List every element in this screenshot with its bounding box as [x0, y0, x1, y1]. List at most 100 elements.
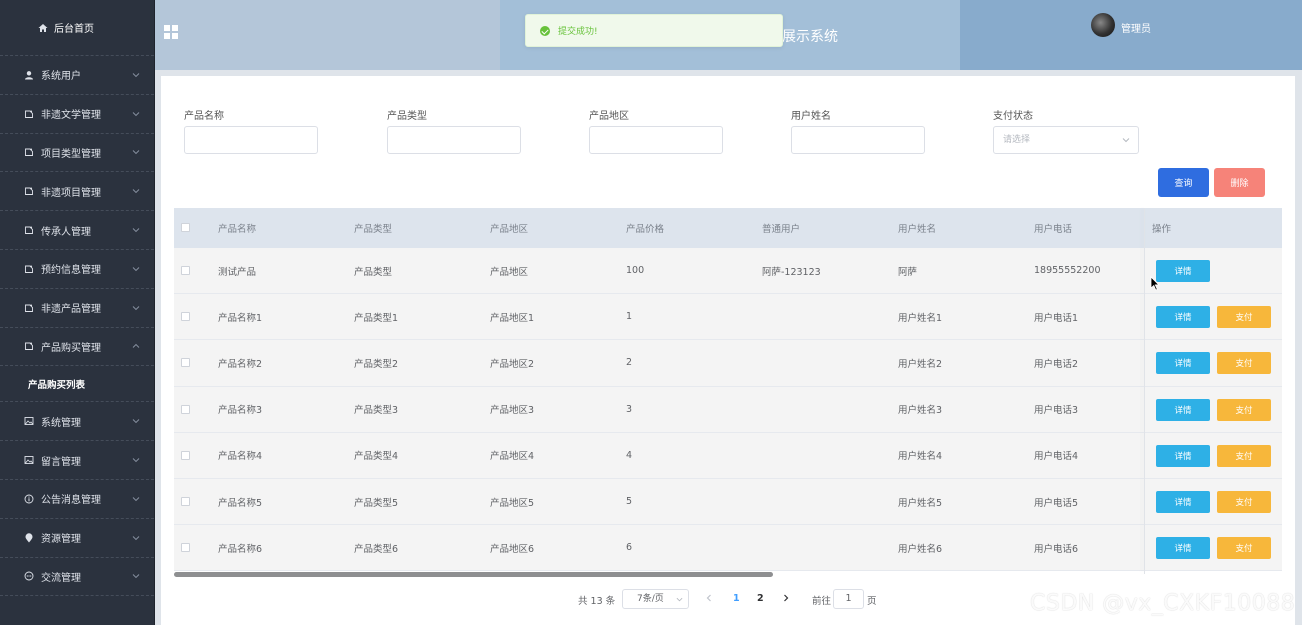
table-cell: 用户姓名1 [898, 312, 943, 324]
sidebar-item[interactable]: 非遗产品管理 [0, 289, 154, 328]
query-button[interactable]: 查询 [1158, 168, 1209, 197]
prev-page-icon[interactable] [704, 593, 714, 603]
sidebar-item[interactable]: 传承人管理 [0, 211, 154, 250]
tag-icon [25, 148, 33, 157]
sidebar-item[interactable]: 非遗文学管理 [0, 95, 154, 134]
table-cell: 用户电话2 [1034, 358, 1079, 370]
tag-icon [25, 110, 33, 118]
table-row: 产品名称4 产品类型4 产品地区4 4 用户姓名4 用户电话4 详情 支付 [174, 432, 1282, 479]
table-cell: 用户电话1 [1034, 312, 1079, 324]
pay-button[interactable]: 支付 [1217, 537, 1271, 560]
sidebar-home[interactable]: 后台首页 [0, 0, 154, 56]
table-cell: 用户姓名5 [898, 497, 943, 509]
chevron-down-icon [132, 150, 140, 155]
tag-icon [25, 342, 33, 351]
sidebar-item-label: 非遗项目管理 [41, 187, 101, 199]
table-cell: 产品地区6 [490, 543, 535, 555]
detail-button[interactable]: 详情 [1156, 490, 1210, 513]
row-checkbox[interactable] [181, 543, 190, 553]
table-cell: 用户姓名3 [898, 405, 943, 417]
page-number-1[interactable]: 1 [733, 593, 740, 604]
page-size-select[interactable]: 7条/页 [622, 589, 689, 609]
header: 展示系统 管理员 提交成功! [155, 0, 1302, 70]
row-checkbox[interactable] [181, 496, 190, 506]
chevron-down-icon [1122, 138, 1130, 143]
table-cell: 用户电话3 [1034, 405, 1079, 417]
goto-page-input[interactable]: 1 [833, 589, 864, 609]
detail-button[interactable]: 详情 [1156, 260, 1210, 282]
avatar[interactable] [1091, 13, 1115, 37]
row-checkbox[interactable] [181, 312, 190, 322]
sidebar-item[interactable]: 系统管理 [0, 402, 154, 442]
sidebar-menu: 系统用户 非遗文学管理 项目类型管理非遗项目管理传承人管理 预约信息管理 非遗产品管理产… [0, 56, 154, 597]
detail-button[interactable]: 详情 [1156, 444, 1210, 467]
horizontal-scrollbar[interactable] [174, 572, 773, 577]
sidebar-item[interactable]: 交流管理 [0, 558, 154, 597]
sidebar-item-label: 系统管理 [41, 417, 81, 429]
column-header: 产品地区 [490, 224, 529, 235]
table-cell: 产品名称2 [218, 358, 263, 370]
pay-button[interactable]: 支付 [1217, 352, 1271, 375]
sidebar-item[interactable]: 资源管理 [0, 519, 154, 558]
table-row: 产品名称5 产品类型5 产品地区5 5 用户姓名5 用户电话5 详情 支付 [174, 478, 1282, 526]
mouse-cursor-icon [1150, 276, 1160, 291]
table-cell: 3 [626, 403, 633, 415]
sidebar-item-label: 资源管理 [41, 534, 81, 546]
next-page-icon[interactable] [781, 593, 791, 603]
pay-button[interactable]: 支付 [1217, 306, 1271, 329]
table-row: 产品名称3 产品类型3 产品地区3 3 用户姓名3 用户电话3 详情 支付 [174, 386, 1282, 433]
table-cell: 产品名称4 [218, 451, 263, 463]
pay-status-placeholder: 请选择 [1003, 135, 1031, 145]
detail-button[interactable]: 详情 [1156, 352, 1210, 375]
row-checkbox[interactable] [181, 266, 190, 275]
product-type-input[interactable] [387, 126, 521, 154]
sidebar-item-label: 公告消息管理 [41, 495, 101, 507]
user-name-input[interactable] [791, 126, 925, 154]
delete-button[interactable]: 删除 [1214, 168, 1265, 197]
table-cell: 阿萨-123123 [762, 266, 821, 278]
row-checkbox[interactable] [181, 404, 190, 414]
table-cell: 产品类型5 [354, 497, 399, 509]
table-cell: 100 [626, 265, 645, 277]
pay-status-select[interactable]: 请选择 [993, 126, 1139, 154]
product-region-input[interactable] [589, 126, 723, 154]
sidebar-item[interactable]: 留言管理 [0, 441, 154, 480]
select-all-checkbox[interactable] [181, 223, 190, 232]
chevron-down-icon [132, 574, 140, 579]
sidebar-item[interactable]: 产品购买管理 [0, 328, 154, 367]
sidebar-item[interactable]: 系统用户 [0, 56, 154, 95]
pay-button[interactable]: 支付 [1217, 490, 1271, 513]
chat-icon [24, 572, 34, 581]
detail-button[interactable]: 详情 [1156, 306, 1210, 329]
page-number-2[interactable]: 2 [757, 593, 764, 604]
tag-icon [25, 226, 33, 235]
row-checkbox[interactable] [181, 450, 190, 460]
pay-button[interactable]: 支付 [1217, 398, 1271, 421]
page-size-value: 7条/页 [637, 594, 664, 604]
table-row: 产品名称2 产品类型2 产品地区2 2 用户姓名2 用户电话2 详情 支付 [174, 340, 1282, 387]
sidebar-subitem-purchase-list[interactable]: 产品购买列表 [0, 366, 154, 403]
column-header: 用户姓名 [898, 224, 937, 235]
sidebar: 后台首页 系统用户 非遗文学管理 项目类型管理非遗项目管理传承人管理 预约信息管理 非遗… [0, 0, 155, 625]
table-cell: 产品名称6 [218, 543, 263, 555]
sidebar-item[interactable]: 项目类型管理 [0, 134, 154, 173]
detail-button[interactable]: 详情 [1156, 537, 1210, 560]
table-cell: 2 [626, 357, 633, 369]
column-header: 产品类型 [354, 224, 393, 235]
sidebar-item[interactable]: 公告消息管理 [0, 480, 154, 519]
sidebar-item[interactable]: 预约信息管理 [0, 250, 154, 289]
table-cell: 阿萨 [898, 266, 918, 278]
sidebar-item[interactable]: 非遗项目管理 [0, 172, 154, 212]
detail-button[interactable]: 详情 [1156, 398, 1210, 421]
column-header: 产品价格 [626, 224, 665, 235]
pay-button[interactable]: 支付 [1217, 444, 1271, 467]
chevron-down-icon [132, 111, 140, 116]
row-checkbox[interactable] [181, 358, 190, 368]
grid-menu-icon[interactable] [164, 25, 178, 39]
sidebar-home-label: 后台首页 [54, 24, 94, 35]
table-cell: 产品地区3 [490, 405, 535, 417]
table-body: 测试产品 产品类型 产品地区 100 阿萨-123123 阿萨 18955552200 详情产… [174, 248, 1282, 572]
table-cell: 4 [626, 449, 633, 461]
admin-name[interactable]: 管理员 [1121, 20, 1151, 35]
product-name-input[interactable] [184, 126, 318, 154]
